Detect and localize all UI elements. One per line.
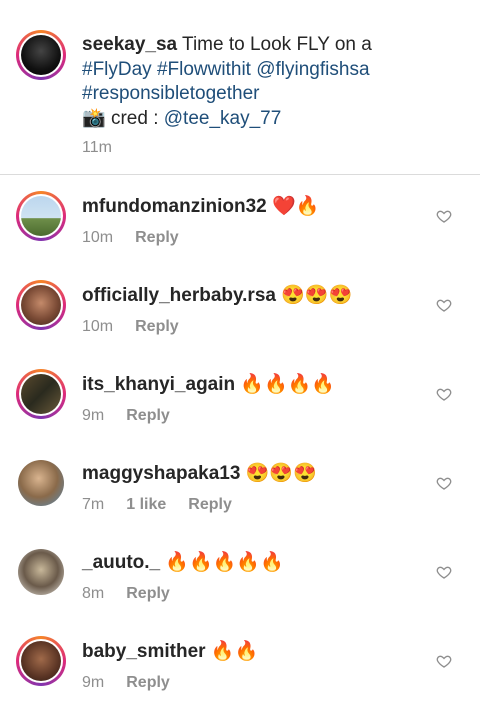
comment-header: officially_herbaby.rsa 😍😍😍 bbox=[82, 283, 352, 307]
comment-username[interactable]: baby_smither bbox=[82, 641, 206, 662]
likes-count[interactable]: 1 like bbox=[126, 496, 166, 513]
comment-text: 😍😍😍 bbox=[281, 285, 353, 306]
reply-button[interactable]: Reply bbox=[135, 318, 179, 335]
comment-row: officially_herbaby.rsa 😍😍😍 10m Reply bbox=[0, 264, 480, 353]
comment-avatar[interactable] bbox=[18, 460, 64, 506]
comment-avatar[interactable] bbox=[16, 191, 66, 241]
heart-outline-icon[interactable] bbox=[436, 297, 452, 313]
caption-text: seekay_sa Time to Look FLY on a #FlyDay … bbox=[82, 33, 462, 131]
comment-row: baby_smither 🔥🔥 9m Reply bbox=[0, 620, 480, 709]
reply-button[interactable]: Reply bbox=[135, 229, 179, 246]
hashtag-responsibletogether[interactable]: #responsibletogether bbox=[82, 83, 259, 104]
comment-text: 🔥🔥🔥🔥 bbox=[240, 374, 336, 395]
comment-meta: 9m Reply bbox=[82, 674, 192, 692]
mention-flyingfishsa[interactable]: @flyingfishsa bbox=[256, 59, 369, 80]
comment-header: maggyshapaka13 😍😍😍 bbox=[82, 461, 317, 485]
caption-username[interactable]: seekay_sa bbox=[82, 34, 177, 55]
comment-time: 8m bbox=[82, 585, 105, 602]
comment-time: 7m bbox=[82, 496, 105, 513]
comment-time: 9m bbox=[82, 407, 105, 424]
comment-meta: 9m Reply bbox=[82, 407, 192, 425]
comment-header: baby_smither 🔥🔥 bbox=[82, 639, 258, 663]
comment-meta: 7m 1 like Reply bbox=[82, 496, 254, 514]
comment-text: 😍😍😍 bbox=[245, 463, 317, 484]
comment-text: 🔥🔥 bbox=[210, 641, 259, 662]
reply-button[interactable]: Reply bbox=[126, 585, 170, 602]
comment-avatar[interactable] bbox=[16, 280, 66, 330]
comment-avatar[interactable] bbox=[16, 369, 66, 419]
comment-text: 🔥🔥🔥🔥🔥 bbox=[165, 552, 284, 573]
comment-time: 10m bbox=[82, 318, 114, 335]
comment-row: mfundomanzinion32 ❤️🔥 10m Reply bbox=[0, 175, 480, 264]
heart-outline-icon[interactable] bbox=[436, 653, 452, 669]
heart-outline-icon[interactable] bbox=[436, 475, 452, 491]
caption-body: Time to Look FLY on a bbox=[177, 34, 372, 55]
comment-username[interactable]: its_khanyi_again bbox=[82, 374, 235, 395]
comment-header: mfundomanzinion32 ❤️🔥 bbox=[82, 194, 319, 218]
comment-time: 10m bbox=[82, 229, 114, 246]
mention-tee-kay[interactable]: @tee_kay_77 bbox=[164, 108, 282, 129]
comment-row: maggyshapaka13 😍😍😍 7m 1 like Reply bbox=[0, 442, 480, 531]
comment-row: _auuto._ 🔥🔥🔥🔥🔥 8m Reply bbox=[0, 531, 480, 620]
heart-outline-icon[interactable] bbox=[436, 386, 452, 402]
caption-avatar[interactable] bbox=[16, 30, 66, 80]
comment-avatar[interactable] bbox=[18, 549, 64, 595]
post-caption: seekay_sa Time to Look FLY on a #FlyDay … bbox=[0, 0, 480, 174]
hashtag-flyday[interactable]: #FlyDay bbox=[82, 59, 152, 80]
comment-username[interactable]: officially_herbaby.rsa bbox=[82, 285, 276, 306]
hashtag-flowwithit[interactable]: #Flowwithit bbox=[157, 59, 251, 80]
comment-text: ❤️🔥 bbox=[272, 196, 320, 217]
comment-username[interactable]: _auuto._ bbox=[82, 552, 160, 573]
heart-outline-icon[interactable] bbox=[436, 208, 452, 224]
comment-meta: 8m Reply bbox=[82, 585, 192, 603]
reply-button[interactable]: Reply bbox=[188, 496, 232, 513]
reply-button[interactable]: Reply bbox=[126, 407, 170, 424]
comment-meta: 10m Reply bbox=[82, 318, 201, 336]
cred-label: cred : bbox=[105, 107, 164, 129]
comment-header: its_khanyi_again 🔥🔥🔥🔥 bbox=[82, 372, 335, 396]
comment-row: its_khanyi_again 🔥🔥🔥🔥 9m Reply bbox=[0, 353, 480, 442]
camera-emoji: 📸 bbox=[82, 107, 106, 129]
caption-timestamp: 11m bbox=[82, 139, 112, 156]
comment-username[interactable]: maggyshapaka13 bbox=[82, 463, 240, 484]
comment-meta: 10m Reply bbox=[82, 229, 201, 247]
comment-header: _auuto._ 🔥🔥🔥🔥🔥 bbox=[82, 550, 284, 574]
heart-outline-icon[interactable] bbox=[436, 564, 452, 580]
comment-username[interactable]: mfundomanzinion32 bbox=[82, 196, 267, 217]
comment-avatar[interactable] bbox=[16, 636, 66, 686]
